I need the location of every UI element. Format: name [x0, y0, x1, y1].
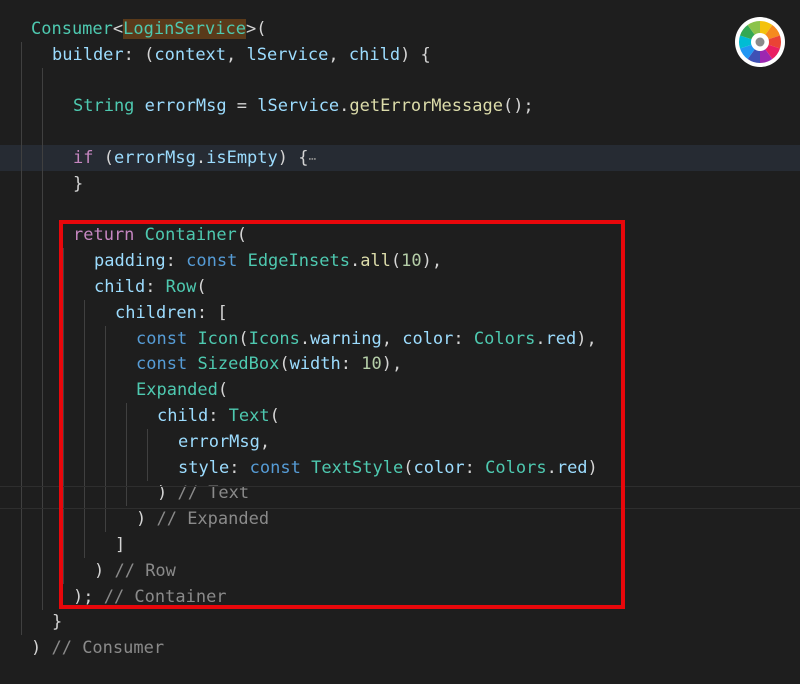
indent-guide	[21, 532, 22, 558]
highlight-box	[59, 220, 625, 609]
code-token: getErrorMessage	[349, 96, 503, 117]
code-token: ) {	[400, 44, 431, 65]
indent-guide	[21, 454, 22, 481]
code-text: String errorMsg = lService.getErrorMessa…	[73, 93, 534, 119]
code-token: isEmpty	[206, 148, 278, 168]
indent-guide	[21, 145, 22, 171]
code-token: .	[195, 148, 207, 168]
code-line[interactable]: Consumer<LoginService>(	[0, 16, 800, 42]
code-text: builder: (context, lService, child) {	[52, 42, 431, 68]
code-token: child	[348, 44, 401, 65]
indent-guide	[21, 222, 22, 249]
code-token: // Consumer	[51, 638, 165, 659]
indent-guide	[21, 506, 22, 533]
code-text: }	[73, 171, 83, 197]
indent-guide	[21, 248, 22, 275]
code-text: Consumer<LoginService>(	[31, 16, 266, 42]
code-token: =	[226, 96, 258, 117]
indent-guide	[42, 93, 43, 120]
code-token: ⋯	[308, 152, 317, 167]
code-token: <	[112, 19, 124, 39]
code-line[interactable]: ) // Consumer	[0, 635, 800, 661]
indent-guide	[21, 351, 22, 378]
indent-guide	[21, 196, 22, 223]
indent-guide	[21, 557, 22, 584]
indent-guide	[42, 454, 43, 481]
indent-guide	[21, 377, 22, 404]
indent-guide	[42, 119, 43, 146]
indent-guide	[42, 274, 43, 300]
indent-guide	[21, 299, 22, 326]
code-token: (	[93, 148, 114, 168]
code-token: }	[73, 173, 84, 194]
indent-guide	[21, 119, 22, 146]
indent-guide	[21, 325, 22, 352]
code-token: lService	[246, 44, 329, 65]
indent-guide	[21, 428, 22, 455]
code-line[interactable]: String errorMsg = lService.getErrorMessa…	[0, 93, 800, 120]
color-wheel-svg	[735, 17, 785, 67]
indent-guide	[42, 583, 43, 610]
indent-guide	[42, 222, 43, 249]
indent-guide	[42, 170, 43, 197]
code-line[interactable]	[0, 196, 800, 223]
code-text: }	[52, 609, 62, 635]
indent-guide	[42, 325, 43, 352]
code-token: >(	[245, 19, 267, 39]
code-token: ();	[502, 96, 534, 117]
code-line[interactable]: if (errorMsg.isEmpty) {⋯	[0, 145, 800, 171]
indent-guide	[42, 248, 43, 275]
indent-guide	[42, 557, 43, 584]
code-token: lService	[257, 96, 340, 117]
indent-guide	[42, 351, 43, 378]
code-line[interactable]: }	[0, 609, 800, 636]
indent-guide	[42, 67, 43, 94]
code-token: context	[154, 44, 227, 65]
indent-guide	[42, 480, 43, 507]
code-token: ,	[226, 44, 247, 65]
indent-guide	[21, 274, 22, 300]
indent-guide	[21, 93, 22, 120]
code-line[interactable]	[0, 67, 800, 94]
code-token: builder	[52, 44, 124, 65]
indent-guide	[42, 428, 43, 455]
indent-guide	[21, 609, 22, 636]
indent-guide	[42, 377, 43, 404]
indent-guide	[42, 532, 43, 558]
indent-guide	[21, 583, 22, 610]
indent-guide	[42, 145, 43, 171]
code-line[interactable]	[0, 119, 800, 146]
indent-guide	[21, 67, 22, 94]
code-token: ,	[328, 44, 349, 65]
indent-guide	[21, 170, 22, 197]
code-token: errorMsg	[113, 148, 196, 168]
color-wheel-icon[interactable]	[734, 16, 786, 68]
indent-guide	[21, 41, 22, 68]
code-token: String	[73, 96, 135, 117]
indent-guide	[42, 299, 43, 326]
code-line[interactable]: }	[0, 170, 800, 197]
indent-guide	[42, 506, 43, 533]
code-token: LoginService	[123, 19, 246, 39]
code-text: if (errorMsg.isEmpty) {⋯	[73, 145, 316, 173]
indent-guide	[42, 403, 43, 429]
indent-guide	[42, 196, 43, 223]
code-token: Consumer	[31, 19, 113, 39]
code-token: .	[339, 96, 350, 117]
code-line[interactable]: builder: (context, lService, child) {	[0, 41, 800, 68]
code-token: errorMsg	[144, 96, 227, 117]
code-token: : (	[123, 44, 155, 65]
code-text: ) // Consumer	[31, 635, 164, 661]
code-token: ) {	[277, 148, 309, 168]
indent-guide	[21, 480, 22, 507]
code-token: if	[73, 148, 94, 168]
indent-guide	[21, 403, 22, 429]
code-token: )	[31, 638, 52, 659]
code-token: }	[52, 612, 63, 633]
